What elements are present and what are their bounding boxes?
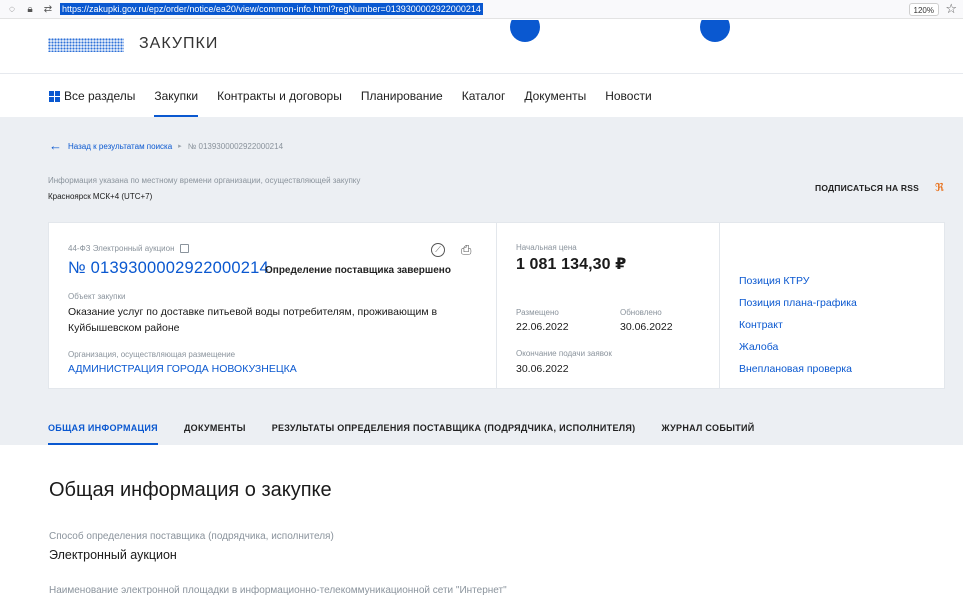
nav-all-sections[interactable]: Все разделы	[49, 75, 135, 117]
main-navigation: Все разделы Закупки Контракты и договоры…	[0, 75, 963, 117]
posted-date: 22.06.2022	[516, 321, 569, 333]
object-label: Объект закупки	[68, 292, 126, 301]
registry-number-link[interactable]: № 0139300002922000214	[68, 259, 269, 278]
tab-supplier-results[interactable]: РЕЗУЛЬТАТЫ ОПРЕДЕЛЕНИЯ ПОСТАВЩИКА (ПОДРЯ…	[272, 415, 636, 445]
deadline-label: Окончание подачи заявок	[516, 349, 612, 358]
price-label: Начальная цена	[516, 243, 577, 252]
breadcrumb-current: № 0139300002922000214	[187, 141, 284, 151]
plan-schedule-link[interactable]: Позиция плана-графика	[739, 297, 857, 319]
deadline-date: 30.06.2022	[516, 363, 569, 375]
law-type-label: 44-ФЗ Электронный аукцион	[68, 244, 175, 253]
nav-all-sections-label: Все разделы	[64, 89, 136, 103]
platform-name-label: Наименование электронной площадки в инфо…	[49, 585, 507, 595]
complaint-link[interactable]: Жалоба	[739, 341, 857, 363]
initial-price: 1 081 134,30 ₽	[516, 256, 627, 273]
header-circle-icon[interactable]	[700, 20, 730, 42]
site-header: ЗАКУПКИ	[0, 20, 963, 74]
page-section-title: Общая информация о закупке	[49, 479, 332, 501]
object-text: Оказание услуг по доставке питьевой воды…	[68, 306, 438, 334]
compass-icon[interactable]: ⟋	[431, 243, 445, 257]
site-logo-map[interactable]	[48, 38, 124, 52]
sections-icon	[49, 90, 60, 102]
timezone-note: Информация указана по местному времени о…	[48, 176, 361, 185]
print-icon[interactable]: ⎙	[461, 242, 471, 258]
tab-general-info[interactable]: ОБЩАЯ ИНФОРМАЦИЯ	[48, 415, 158, 445]
copy-icon[interactable]	[179, 244, 189, 253]
nav-item-contracts[interactable]: Контракты и договоры	[217, 75, 342, 117]
organization-link[interactable]: АДМИНИСТРАЦИЯ ГОРОДА НОВОКУЗНЕЦКА	[68, 363, 297, 375]
notice-related-links: Позиция КТРУ Позиция плана-графика Контр…	[720, 223, 944, 388]
nav-item-catalog[interactable]: Каталог	[462, 75, 506, 117]
subscribe-rss-button[interactable]: ПОДПИСАТЬСЯ НА RSS	[815, 183, 919, 193]
rss-icon[interactable]: ℜ	[935, 181, 944, 194]
notice-main-info: 44-ФЗ Электронный аукцион № 013930000292…	[49, 223, 497, 388]
lock-icon[interactable]: 🔒︎	[24, 3, 36, 15]
ktru-position-link[interactable]: Позиция КТРУ	[739, 275, 857, 297]
nav-item-documents[interactable]: Документы	[524, 75, 586, 117]
procurement-method-value: Электронный аукцион	[49, 548, 177, 562]
timezone-value: Красноярск МСК+4 (UTC+7)	[48, 192, 153, 201]
bookmark-star-icon[interactable]: ☆	[945, 1, 957, 17]
status-badge: Определение поставщика завершено	[265, 265, 451, 276]
arrow-left-icon[interactable]: ←	[49, 139, 62, 152]
browser-toolbar: ◌ 🔒︎ ⇄ https://zakupki.gov.ru/epz/order/…	[0, 0, 963, 19]
notice-card: 44-ФЗ Электронный аукцион № 013930000292…	[48, 222, 945, 389]
notice-tabs: ОБЩАЯ ИНФОРМАЦИЯ ДОКУМЕНТЫ РЕЗУЛЬТАТЫ ОП…	[48, 415, 781, 445]
law-type: 44-ФЗ Электронный аукцион	[68, 244, 189, 253]
unscheduled-check-link[interactable]: Внеплановая проверка	[739, 363, 857, 385]
permissions-icon[interactable]: ⇄	[42, 3, 54, 15]
nav-item-zakupki[interactable]: Закупки	[154, 75, 198, 117]
procurement-method-label: Способ определения поставщика (подрядчик…	[49, 531, 334, 542]
back-to-results-link[interactable]: Назад к результатам поиска	[68, 142, 172, 151]
site-logo-text[interactable]: ЗАКУПКИ	[139, 35, 218, 53]
breadcrumb-separator-icon: ▸	[178, 143, 182, 150]
updated-date: 30.06.2022	[620, 321, 673, 333]
updated-label: Обновлено	[620, 308, 662, 317]
tab-event-log[interactable]: ЖУРНАЛ СОБЫТИЙ	[661, 415, 754, 445]
shield-icon[interactable]: ◌	[6, 3, 18, 15]
nav-item-planning[interactable]: Планирование	[361, 75, 443, 117]
organization-label: Организация, осуществляющая размещение	[68, 350, 236, 359]
contract-link[interactable]: Контракт	[739, 319, 857, 341]
zoom-level[interactable]: 120%	[908, 3, 939, 16]
tab-documents[interactable]: ДОКУМЕНТЫ	[184, 415, 246, 445]
posted-label: Размещено	[516, 308, 559, 317]
header-circle-icon[interactable]	[510, 20, 540, 42]
nav-item-news[interactable]: Новости	[605, 75, 651, 117]
breadcrumb: ← Назад к результатам поиска ▸ № 0139300…	[49, 139, 284, 152]
address-bar[interactable]: https://zakupki.gov.ru/epz/order/notice/…	[60, 3, 483, 15]
notice-price-dates: Начальная цена 1 081 134,30 ₽ Размещено …	[497, 223, 720, 388]
